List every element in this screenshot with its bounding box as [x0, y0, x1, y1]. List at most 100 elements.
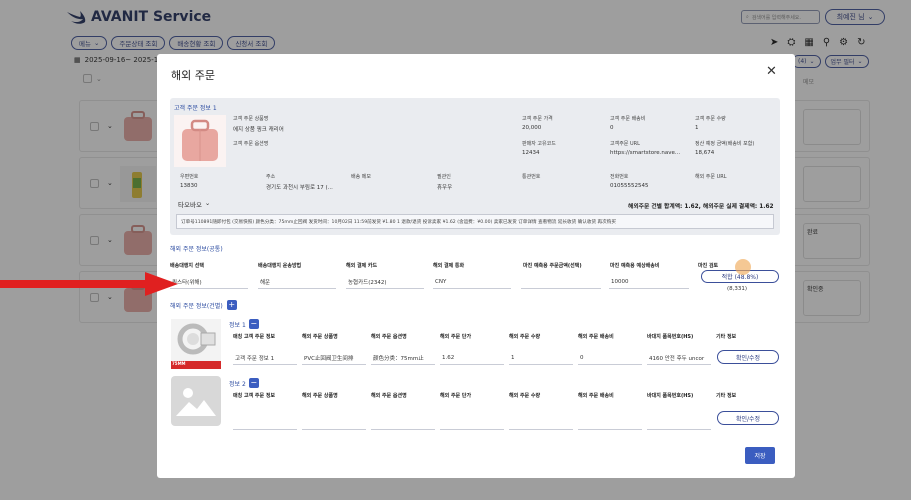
address-label: 주소: [266, 174, 276, 180]
seller-code-value: 12434: [522, 150, 540, 156]
section-title: 고객 주문 정보 1: [174, 105, 217, 112]
card-label: 해외 결제 카드: [346, 263, 378, 269]
shipping-fee-input[interactable]: [578, 416, 642, 430]
save-button[interactable]: 저장: [745, 447, 775, 464]
item-label: 정보 1: [229, 321, 246, 329]
placeholder-image-icon: [171, 376, 221, 426]
expected-label: 마진 예측용 주문금액(선택): [523, 263, 582, 269]
overseas-order-modal: 해외 주문 ✕ 고객 주문 정보 1 고객 주문 상품명 에지 상품 핑크 캐리…: [157, 54, 795, 478]
red-arrow-annotation: [0, 272, 178, 296]
cell-value: 0: [580, 354, 584, 361]
col-header: 해외 주문 배송비: [578, 393, 614, 399]
col-header: 매칭 고객 주문 정보: [233, 334, 276, 340]
customs-label: 통관번호: [522, 174, 541, 180]
expected-input[interactable]: [521, 275, 601, 289]
option-input[interactable]: 颜色分类：75mm止: [371, 351, 435, 365]
store-label: 타오바오: [178, 201, 202, 209]
agent-select[interactable]: 퀵스타(위해): [170, 275, 248, 289]
cell-value: 1: [511, 354, 515, 361]
price-value: 20,000: [522, 125, 542, 131]
raw-order-text[interactable]: 订单号110891随即付包 (交易快照) 颜色分类：75mm止回阀 发货时间：1…: [176, 214, 774, 229]
phone-value: 01055552545: [610, 183, 649, 189]
zip-value: 13830: [180, 183, 198, 189]
hs-code-input[interactable]: [647, 416, 711, 430]
card-select[interactable]: 농협카드(2342): [346, 275, 424, 289]
button-label: 확인/수정: [735, 415, 761, 423]
cell-value: 颜色分类：75mm止: [373, 355, 424, 362]
matched-order-select[interactable]: 고객 주문 정보 1: [233, 351, 297, 365]
col-header: 해외 주문 상품명: [302, 393, 338, 399]
store-select[interactable]: 타오바오 ⌄: [178, 199, 210, 209]
seller-code-label: 판매자 고유코드: [522, 141, 556, 147]
cell-value: PVC止回阀卫生间排: [304, 355, 354, 362]
confirm-edit-button[interactable]: 확인/수정: [717, 411, 779, 425]
col-header: 바대지 품목번호(HS): [647, 393, 694, 399]
margin-amount: (8,331): [727, 286, 748, 292]
customer-order-section: 고객 주문 정보 1 고객 주문 상품명 에지 상품 핑크 캐리어 고객 주문 …: [170, 98, 780, 235]
confirm-edit-button[interactable]: 확인/수정: [717, 350, 779, 364]
url-value[interactable]: https://smartstore.nave...: [610, 150, 680, 156]
remove-item-button[interactable]: −: [248, 378, 259, 388]
col-header: 해외 주문 옵션명: [371, 334, 407, 340]
col-header: 해외 주문 단가: [440, 334, 472, 340]
product-name-input[interactable]: PVC止回阀卫生间排: [302, 351, 366, 365]
payment-section-title: 해외 주문 정보(공통): [170, 246, 223, 253]
cell-value: 1.62: [442, 354, 455, 361]
col-header: 바대지 품목번호(HS): [647, 334, 694, 340]
quantity-input[interactable]: [509, 416, 573, 430]
margin-label: 마진 검토: [698, 263, 719, 269]
remove-item-button[interactable]: −: [248, 319, 259, 329]
product-name-label: 고객 주문 상품명: [233, 116, 269, 122]
qty-label: 고객 주문 수량: [695, 116, 726, 122]
product-image: [174, 115, 226, 167]
item-label: 정보 2: [229, 380, 246, 388]
cell-value: 4160 안전 후두 uncor: [649, 355, 705, 362]
card-value: 농협카드(2342): [348, 279, 387, 286]
receiver-value: 휴우우: [437, 185, 453, 191]
button-label: 확인/수정: [735, 354, 761, 362]
item-section-title: 해외 주문 정보(건별): [170, 302, 223, 310]
add-item-button[interactable]: +: [226, 300, 237, 310]
item-section-header: 해외 주문 정보(건별) +: [170, 300, 237, 310]
currency-label: 해외 결제 통화: [433, 263, 465, 269]
option-input[interactable]: [371, 416, 435, 430]
ship-fee-value: 0: [610, 125, 614, 131]
url-label: 고객주문 URL: [610, 141, 640, 147]
unit-price-input[interactable]: [440, 416, 504, 430]
settle-label: 정산 예정 금액(배송비 포함): [695, 141, 755, 147]
unit-price-input[interactable]: 1.62: [440, 351, 504, 365]
col-header: 해외 주문 배송비: [578, 334, 614, 340]
delivery-memo-label: 배송 메모: [351, 174, 371, 180]
option-label: 고객 주문 옵션명: [233, 141, 269, 147]
cursor-highlight: [735, 259, 751, 275]
matched-order-select[interactable]: [233, 416, 297, 430]
col-header: 해외 주문 옵션명: [371, 393, 407, 399]
order-totals: 해외주문 건별 합계액: 1.62, 해외주문 실제 결제액: 1.62: [628, 204, 774, 210]
cell-value: 고객 주문 정보 1: [235, 355, 275, 362]
shipping-fee-input[interactable]: 0: [578, 351, 642, 365]
ship-fee-label: 고객 주문 배송비: [610, 116, 646, 122]
settle-value: 18,674: [695, 150, 715, 156]
col-header: 기타 정보: [716, 334, 737, 340]
close-icon[interactable]: ✕: [766, 64, 777, 79]
expected-ship-value: 10000: [611, 278, 629, 285]
quantity-input[interactable]: 1: [509, 351, 573, 365]
expected-ship-input[interactable]: 10000: [609, 275, 689, 289]
address-value: 경기도 과천시 부림로 17 (...: [266, 185, 333, 191]
product-name-input[interactable]: [302, 416, 366, 430]
hs-code-input[interactable]: 4160 안전 후두 uncor: [647, 351, 711, 365]
item-badge: 75MM: [172, 361, 186, 366]
col-header: 기타 정보: [716, 393, 737, 399]
method-select[interactable]: 해운: [258, 275, 336, 289]
modal-title: 해외 주문: [171, 69, 215, 82]
method-label: 배송대행지 운송방법: [258, 263, 302, 269]
overseas-url-label: 해외 주문 URL: [695, 174, 727, 180]
expected-ship-label: 마진 예측용 예상배송비: [610, 263, 660, 269]
currency-select[interactable]: CNY: [433, 275, 511, 289]
agent-label: 배송대행지 선택: [170, 263, 204, 269]
chevron-down-icon: ⌄: [204, 199, 211, 207]
product-name-value: 에지 상품 핑크 캐리어: [233, 127, 284, 133]
save-label: 저장: [754, 453, 766, 460]
item-2-header: 정보 2 −: [229, 378, 259, 388]
qty-value: 1: [695, 125, 699, 131]
